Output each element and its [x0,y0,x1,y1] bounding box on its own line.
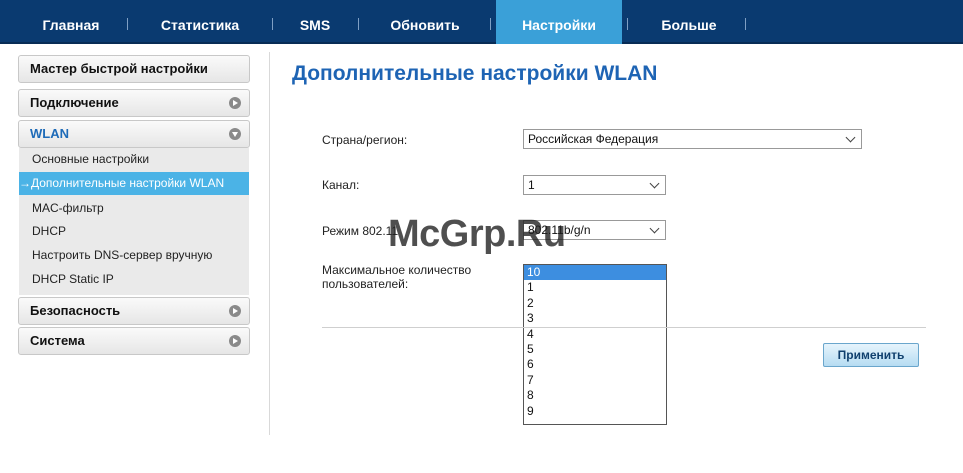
dropdown-option[interactable]: 9 [524,404,666,419]
submenu-item-dhcp[interactable]: DHCP [19,220,249,243]
dropdown-option[interactable]: 6 [524,357,666,372]
tab-more[interactable]: Больше [642,0,736,44]
tab-update[interactable]: Обновить [370,0,480,44]
dropdown-option[interactable]: 2 [524,296,666,311]
submenu-item-manual-dns[interactable]: Настроить DNS-сервер вручную [19,244,249,267]
submenu-item-mac-filter[interactable]: MAC-фильтр [19,197,249,220]
tab-statistics[interactable]: Статистика [138,0,262,44]
max-users-label-line2: пользователей: [322,277,409,291]
tab-separator [272,18,273,30]
max-users-dropdown-list[interactable]: 10 1 2 3 4 5 6 7 8 9 [523,264,667,425]
sidebar-item-label: Мастер быстрой настройки [30,61,208,76]
wlan-submenu: Основные настройки →Дополнительные настр… [19,148,249,295]
tab-separator [127,18,128,30]
country-label: Страна/регион: [322,133,408,147]
watermark: McGrp.Ru [388,213,566,255]
dropdown-option[interactable]: 7 [524,373,666,388]
sidebar-item-wlan[interactable]: WLAN [18,120,250,148]
tab-separator [358,18,359,30]
tab-sms[interactable]: SMS [283,0,347,44]
dropdown-option[interactable]: 5 [524,342,666,357]
tab-separator [490,18,491,30]
sidebar-item-label: Безопасность [30,303,121,318]
chevron-down-icon [645,176,665,194]
dropdown-option[interactable]: 3 [524,311,666,326]
sidebar-item-security[interactable]: Безопасность [18,297,250,325]
dropdown-option[interactable]: 4 [524,327,666,342]
channel-select[interactable]: 1 [523,175,666,195]
top-navigation: Главная Статистика SMS Обновить Настройк… [0,0,963,44]
channel-value: 1 [528,178,535,192]
sidebar-item-label: Система [30,333,85,348]
form-divider [322,327,926,328]
dropdown-option[interactable]: 1 [524,280,666,295]
country-value: Российская Федерация [528,132,659,146]
sidebar-item-system[interactable]: Система [18,327,250,355]
sidebar-item-quick-setup[interactable]: Мастер быстрой настройки [18,55,250,83]
submenu-item-dhcp-static-ip[interactable]: DHCP Static IP [19,268,249,291]
tab-home[interactable]: Главная [24,0,118,44]
chevron-down-icon [645,221,665,239]
dropdown-option[interactable]: 8 [524,388,666,403]
page-title: Дополнительные настройки WLAN [292,62,658,85]
chevron-right-icon [229,305,241,317]
max-users-label-line1: Максимальное количество [322,263,472,277]
mode-label: Режим 802.11 [322,224,399,238]
country-select[interactable]: Российская Федерация [523,129,862,149]
apply-button[interactable]: Применить [823,343,919,367]
sidebar-item-label: Подключение [30,95,119,110]
chevron-down-icon [841,130,861,148]
tab-settings[interactable]: Настройки [496,0,622,44]
dropdown-option[interactable]: 10 [524,265,666,281]
channel-label: Канал: [322,178,360,192]
tab-separator [745,18,746,30]
column-divider [269,52,270,435]
submenu-item-advanced-wlan[interactable]: →Дополнительные настройки WLAN [19,172,249,195]
sidebar-item-connection[interactable]: Подключение [18,89,250,117]
submenu-item-basic-settings[interactable]: Основные настройки [19,148,249,171]
chevron-right-icon [229,335,241,347]
tab-separator [627,18,628,30]
chevron-down-icon [229,128,241,140]
chevron-right-icon [229,97,241,109]
sidebar-item-label: WLAN [30,126,69,141]
